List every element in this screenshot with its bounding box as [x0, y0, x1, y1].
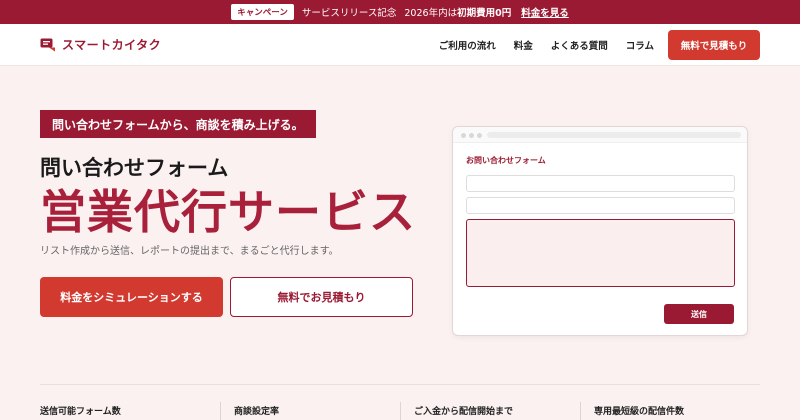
- nav-item-flow[interactable]: ご利用の流れ: [439, 38, 496, 52]
- chat-bubble-icon: [40, 38, 55, 51]
- address-bar: [487, 132, 741, 138]
- site-header: スマートカイタク ご利用の流れ 料金 よくある質問 コラム 無料で見積もり: [0, 24, 800, 66]
- stat-label: 専用最短級の配信件数: [594, 407, 685, 417]
- stat-divider: [220, 402, 221, 420]
- send-button: 送信: [664, 304, 734, 324]
- free-estimate-button[interactable]: 無料でお見積もり: [230, 277, 413, 317]
- nav-item-column[interactable]: コラム: [626, 38, 654, 52]
- window-dot-icon: [477, 133, 482, 138]
- promo-year-text: 2026年内は: [404, 8, 458, 19]
- logo-text: スマートカイタク: [62, 38, 162, 52]
- header-estimate-button[interactable]: 無料で見積もり: [668, 30, 760, 60]
- stat-divider: [400, 402, 401, 420]
- form-mockup: お問い合わせフォーム 送信: [452, 126, 748, 336]
- stat-divider: [580, 402, 581, 420]
- form-textarea: [466, 219, 735, 287]
- window-dot-icon: [469, 133, 474, 138]
- nav-item-faq[interactable]: よくある質問: [551, 38, 608, 52]
- browser-bar: [453, 127, 747, 143]
- pricing-simulation-button[interactable]: 料金をシミュレーションする: [40, 277, 223, 317]
- main-nav: ご利用の流れ 料金 よくある質問 コラム: [439, 38, 654, 52]
- campaign-badge: キャンペーン: [231, 4, 294, 20]
- form-field: [466, 175, 735, 192]
- form-title: お問い合わせフォーム: [466, 156, 546, 165]
- nav-item-pricing[interactable]: 料金: [514, 38, 533, 52]
- view-pricing-link[interactable]: 料金を見る: [521, 5, 569, 19]
- form-field: [466, 197, 735, 214]
- logo[interactable]: スマートカイタク: [40, 36, 161, 53]
- hero-tagline: 問い合わせフォームから、商談を積み上げる。: [40, 110, 316, 138]
- hero-headline: 営業代行サービス: [40, 185, 416, 239]
- stat-label: ご入金から配信開始まで: [414, 407, 514, 417]
- stat-label: 送信可能フォーム数: [40, 407, 121, 417]
- promo-text: サービスリリース記念: [301, 8, 397, 19]
- window-dot-icon: [461, 133, 466, 138]
- stat-label: 商談設定率: [234, 407, 280, 417]
- promo-bar: キャンペーン サービスリリース記念 2026年内は 初期費用0円 料金を見る: [0, 0, 800, 24]
- promo-highlight: 初期費用0円: [457, 8, 512, 19]
- section-divider: [40, 384, 760, 385]
- hero-description: リスト作成から送信、レポートの提出まで、まるごと代行します。: [40, 246, 339, 257]
